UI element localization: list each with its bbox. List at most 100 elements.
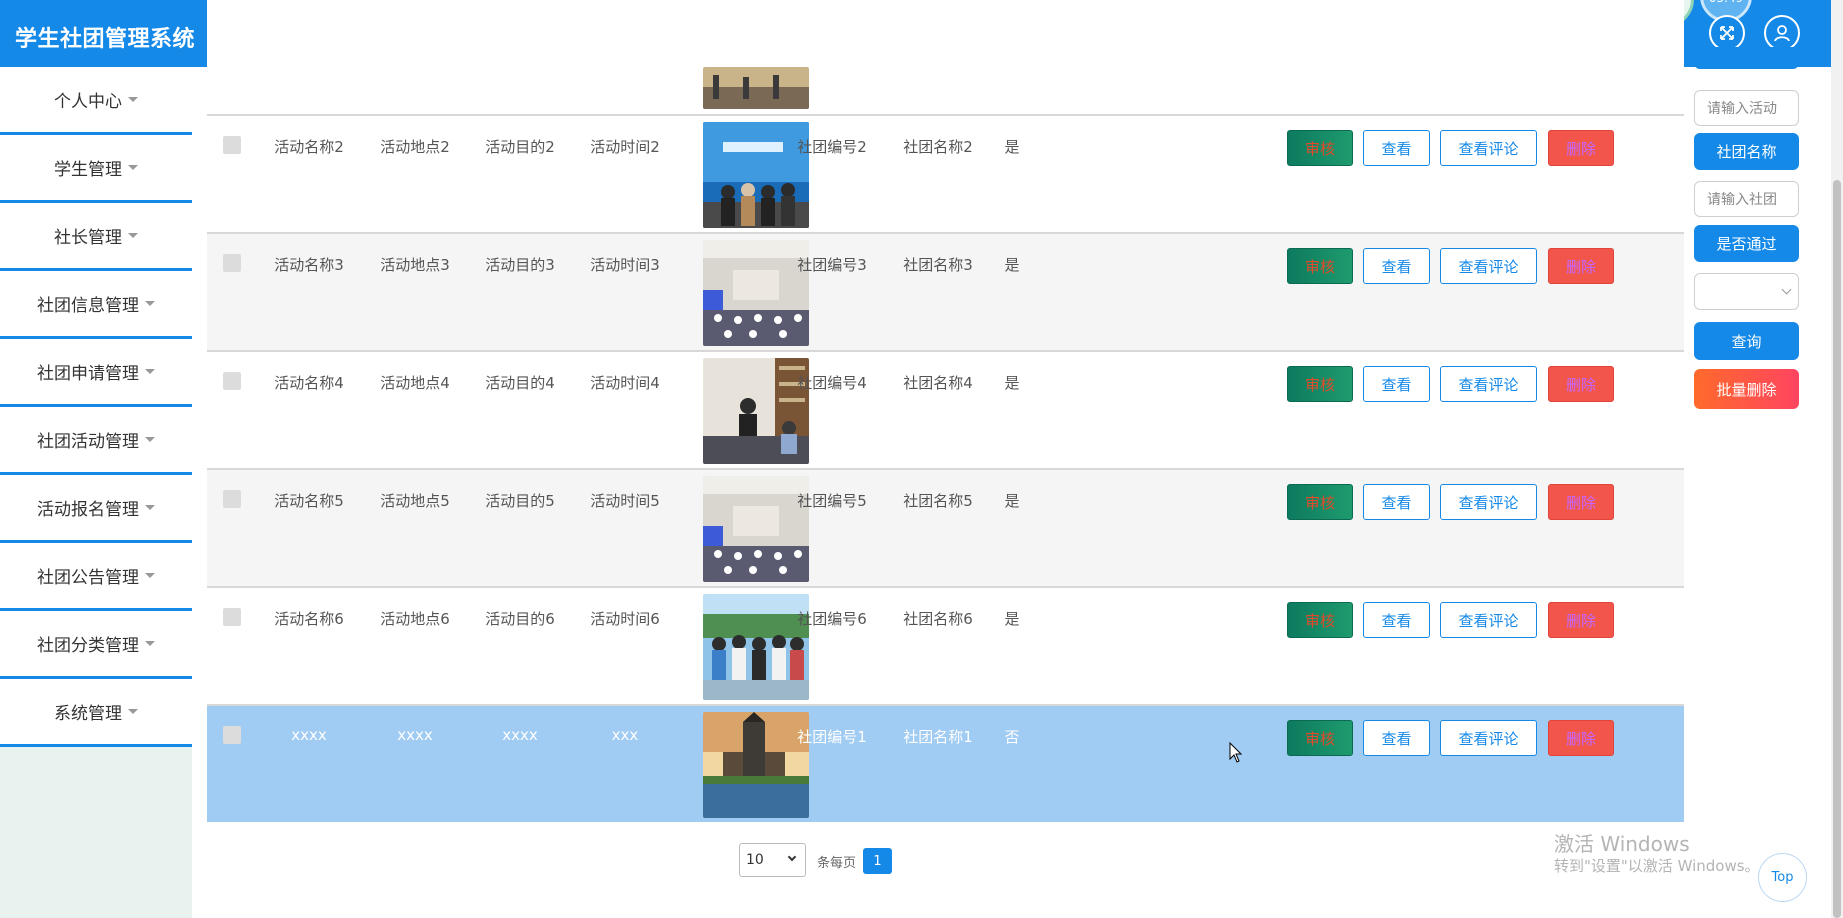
view-button[interactable]: 查看 [1363, 484, 1430, 520]
activity-name-cell: 活动名称5 [274, 492, 344, 510]
club-name-search-input[interactable]: 请输入社团 [1694, 181, 1799, 217]
row-checkbox[interactable] [223, 490, 241, 508]
view-button[interactable]: 查看 [1363, 602, 1430, 638]
batch-delete-button[interactable]: 批量删除 [1694, 369, 1799, 409]
table-row[interactable]: 活动名称2 活动地点2 活动目的2 活动时间2 社团编号2 社团名称2 是 审核… [207, 114, 1684, 232]
table-row[interactable]: 活动名称4 活动地点4 活动目的4 活动时间4 社团编号4 社团名称4 是 审核… [207, 350, 1684, 468]
caret-down-icon [128, 709, 138, 714]
row-checkbox[interactable] [223, 254, 241, 272]
page-number-button[interactable]: 1 [863, 848, 892, 874]
club-name-cell: 社团名称6 [903, 610, 973, 628]
pass-status-select[interactable] [1694, 273, 1799, 310]
chevron-down-icon [1781, 284, 1792, 295]
activity-purpose-cell: 活动目的5 [485, 492, 555, 510]
club-number-cell: 社团编号5 [797, 492, 867, 510]
sidebar-item-label: 社团申请管理 [37, 364, 139, 384]
sidebar-item-club-announcement-management[interactable]: 社团公告管理 [0, 543, 192, 611]
club-number-cell: 社团编号4 [797, 374, 867, 392]
view-button[interactable]: 查看 [1363, 248, 1430, 284]
activity-name-cell: 活动名称4 [274, 374, 344, 392]
table-row-partial [207, 0, 1684, 114]
sidebar-item-club-activity-management[interactable]: 社团活动管理 [0, 407, 192, 475]
activity-place-cell: 活动地点2 [380, 138, 450, 156]
delete-button[interactable]: 删除 [1548, 248, 1614, 284]
view-button[interactable]: 查看 [1363, 130, 1430, 166]
passed-cell: 是 [1004, 374, 1020, 392]
view-comments-button[interactable]: 查看评论 [1440, 602, 1537, 638]
club-name-cell: 社团名称2 [903, 138, 973, 156]
sidebar-item-club-category-management[interactable]: 社团分类管理 [0, 611, 192, 679]
sidebar-item-president-management[interactable]: 社长管理 [0, 203, 192, 271]
sidebar-item-system-management[interactable]: 系统管理 [0, 679, 192, 747]
sidebar-item-label: 活动报名管理 [37, 500, 139, 520]
page-size-select[interactable]: 10 [739, 843, 806, 877]
audit-button[interactable]: 审核 [1287, 720, 1353, 756]
app-title: 学生社团管理系统 [15, 27, 196, 52]
activity-name-label-partial [1694, 47, 1799, 69]
club-name-cell: 社团名称1 [903, 728, 973, 746]
sidebar-item-label: 社团活动管理 [37, 432, 139, 452]
delete-button[interactable]: 删除 [1548, 366, 1614, 402]
club-name-cell: 社团名称3 [903, 256, 973, 274]
sidebar-item-personal-center[interactable]: 个人中心 [0, 67, 192, 135]
caret-down-icon [145, 573, 155, 578]
user-icon [1774, 25, 1790, 42]
club-name-cell: 社团名称5 [903, 492, 973, 510]
view-comments-button[interactable]: 查看评论 [1440, 248, 1537, 284]
activity-time-cell: 活动时间4 [590, 374, 660, 392]
activity-time-cell: 活动时间5 [590, 492, 660, 510]
audit-button[interactable]: 审核 [1287, 366, 1353, 402]
audit-button[interactable]: 审核 [1287, 602, 1353, 638]
fullscreen-button[interactable] [1709, 15, 1745, 51]
sidebar-item-label: 系统管理 [54, 704, 122, 724]
delete-button[interactable]: 删除 [1548, 602, 1614, 638]
caret-down-icon [128, 97, 138, 102]
view-comments-button[interactable]: 查看评论 [1440, 720, 1537, 756]
caret-down-icon [128, 165, 138, 170]
audit-button[interactable]: 审核 [1287, 248, 1353, 284]
club-number-cell: 社团编号2 [797, 138, 867, 156]
view-button[interactable]: 查看 [1363, 366, 1430, 402]
table-row[interactable]: 活动名称6 活动地点6 活动目的6 活动时间6 社团编号6 社团名称6 是 审核… [207, 586, 1684, 704]
sidebar-item-club-application-management[interactable]: 社团申请管理 [0, 339, 192, 407]
passed-cell: 是 [1004, 492, 1020, 510]
sidebar-item-activity-registration-management[interactable]: 活动报名管理 [0, 475, 192, 543]
pass-status-label: 是否通过 [1694, 225, 1799, 262]
delete-button[interactable]: 删除 [1548, 484, 1614, 520]
delete-button[interactable]: 删除 [1548, 720, 1614, 756]
sidebar-item-club-info-management[interactable]: 社团信息管理 [0, 271, 192, 339]
user-avatar-button[interactable] [1764, 15, 1800, 51]
view-comments-button[interactable]: 查看评论 [1440, 366, 1537, 402]
row-checkbox[interactable] [223, 372, 241, 390]
sidebar: 个人中心 学生管理 社长管理 社团信息管理 社团申请管理 社团活动管理 活动报名… [0, 67, 192, 918]
activity-name-cell: xxxx [291, 726, 327, 744]
back-to-top-button[interactable]: Top [1758, 853, 1807, 902]
page-size-value: 10 [746, 852, 764, 868]
table-row[interactable]: 活动名称5 活动地点5 活动目的5 活动时间5 社团编号5 社团名称5 是 审核… [207, 468, 1684, 586]
scrollbar-thumb[interactable] [1833, 180, 1841, 918]
row-checkbox[interactable] [223, 608, 241, 626]
sidebar-item-label: 个人中心 [54, 92, 122, 112]
caret-down-icon [145, 369, 155, 374]
table-row[interactable]: 活动名称3 活动地点3 活动目的3 活动时间3 社团编号3 社团名称3 是 审核… [207, 232, 1684, 350]
windows-activation-title: 激活 Windows [1554, 832, 1690, 856]
delete-button[interactable]: 删除 [1548, 130, 1614, 166]
activity-purpose-cell: 活动目的4 [485, 374, 555, 392]
page-scrollbar[interactable] [1831, 0, 1843, 918]
query-button[interactable]: 查询 [1694, 322, 1799, 360]
sidebar-item-label: 学生管理 [54, 160, 122, 180]
row-checkbox[interactable] [223, 726, 241, 744]
caret-down-icon [128, 233, 138, 238]
activity-name-search-input[interactable]: 请输入活动 [1694, 90, 1799, 126]
view-comments-button[interactable]: 查看评论 [1440, 484, 1537, 520]
sidebar-item-student-management[interactable]: 学生管理 [0, 135, 192, 203]
table-row-selected[interactable]: xxxx xxxx xxxx xxx 社团编号1 社团名称1 否 审核 查看 查… [207, 704, 1684, 822]
row-checkbox[interactable] [223, 136, 241, 154]
view-button[interactable]: 查看 [1363, 720, 1430, 756]
activity-purpose-cell: xxxx [502, 726, 538, 744]
club-number-cell: 社团编号1 [797, 728, 867, 746]
view-comments-button[interactable]: 查看评论 [1440, 130, 1537, 166]
audit-button[interactable]: 审核 [1287, 484, 1353, 520]
activity-name-cell: 活动名称3 [274, 256, 344, 274]
audit-button[interactable]: 审核 [1287, 130, 1353, 166]
